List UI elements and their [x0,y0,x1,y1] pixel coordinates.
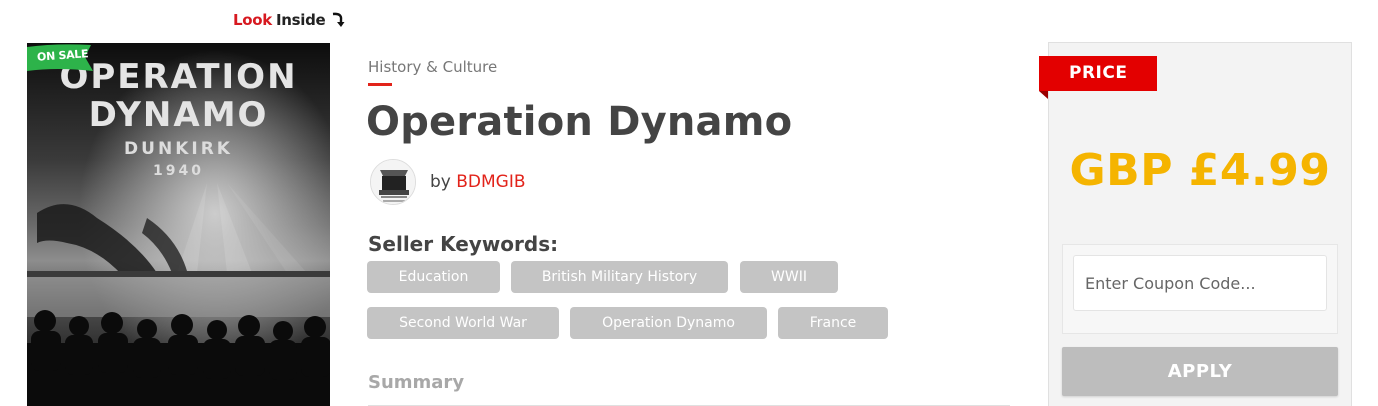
look-inside-word2: Inside [275,11,326,29]
look-inside-word1: Look [233,11,272,29]
keywords-heading: Seller Keywords: [368,232,559,256]
keyword-tag[interactable]: Second World War [367,307,559,339]
category-link[interactable]: History & Culture [368,58,497,76]
book-cover-image[interactable]: OPERATION DYNAMO DUNKIRK 1940 [27,43,330,406]
keyword-tag[interactable]: France [778,307,888,339]
coupon-code-input[interactable] [1073,255,1327,311]
author-logo-icon [371,160,415,204]
author-byline: by BDMGIB [430,172,526,192]
by-label: by [430,172,451,192]
apply-coupon-button[interactable]: APPLY [1062,347,1338,396]
price-tag-fold [1039,91,1048,99]
author-avatar[interactable] [370,159,416,205]
author-link[interactable]: BDMGIB [456,172,525,192]
keyword-tag[interactable]: WWII [740,261,838,293]
curved-arrow-icon [333,12,345,27]
cover-subtitle-line2: 1940 [153,163,204,179]
keyword-tag[interactable]: British Military History [511,261,728,293]
keyword-tag[interactable]: Operation Dynamo [570,307,767,339]
cover-subtitle-line1: DUNKIRK [124,139,233,159]
keyword-tag[interactable]: Education [367,261,500,293]
price-value: GBP £4.99 [1069,145,1331,196]
page-title: Operation Dynamo [366,99,793,145]
price-tag: PRICE [1039,56,1157,91]
cover-title-line2: DYNAMO [88,95,269,135]
on-sale-badge: ON SALE [27,43,97,81]
look-inside-link[interactable]: Look Inside [233,10,345,29]
summary-heading[interactable]: Summary [368,372,464,393]
category-underline [368,83,392,86]
